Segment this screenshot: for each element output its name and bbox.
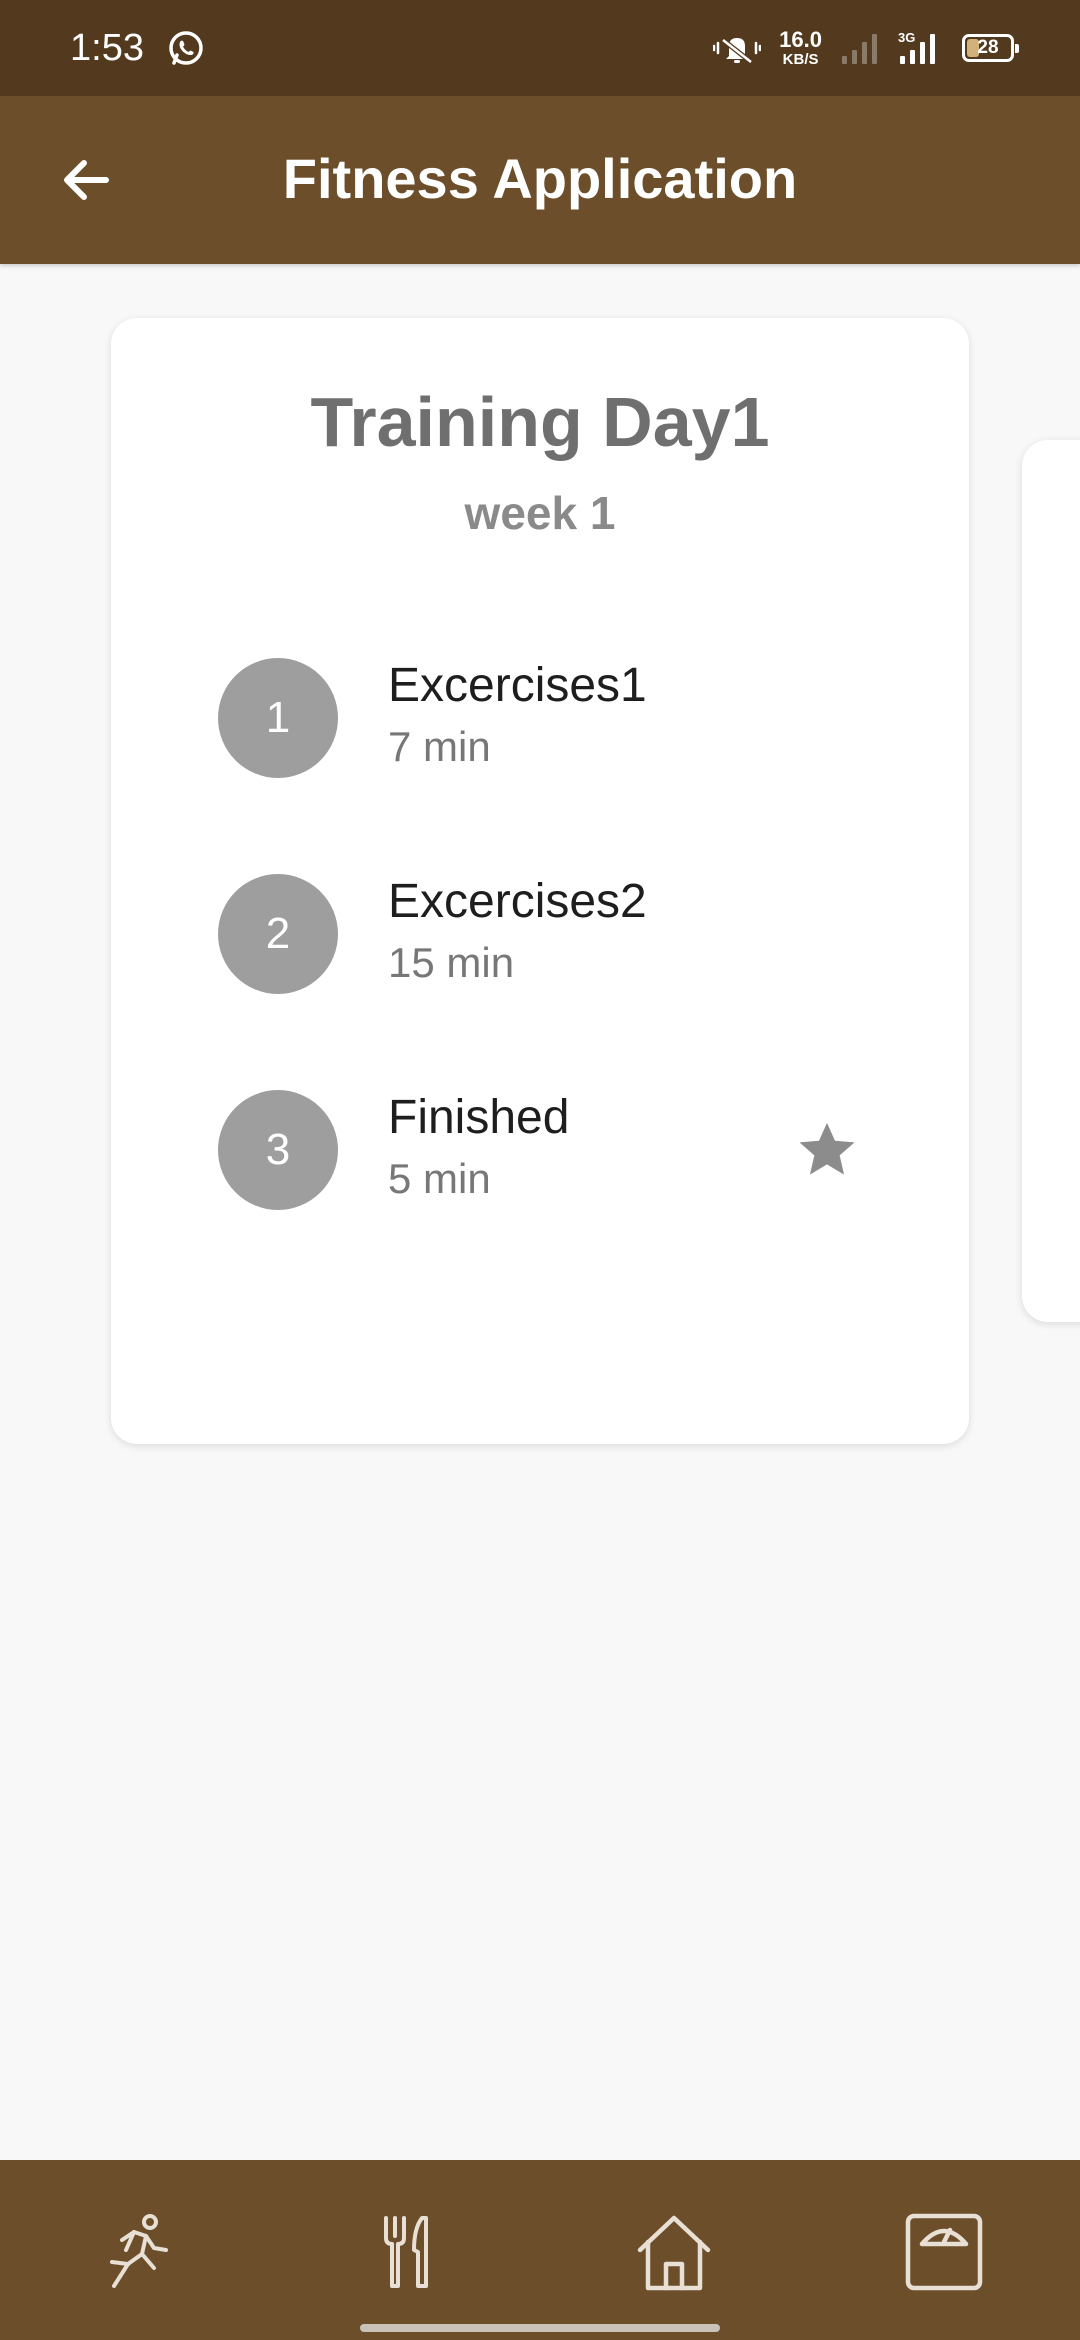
network-speed-value: 16.0 <box>779 27 822 52</box>
exercise-number-badge: 2 <box>218 874 338 994</box>
star-icon[interactable] <box>794 1116 860 1182</box>
fork-knife-icon <box>384 2216 428 2288</box>
exercise-name: Excercises1 <box>388 659 647 712</box>
exercise-item[interactable]: 2 Excercises2 15 min <box>218 872 918 996</box>
exercise-duration: 15 min <box>388 939 515 986</box>
status-icons: 16.0 KB/S 3G 28 <box>713 24 1019 72</box>
app-title: Fitness Application <box>282 147 798 210</box>
next-training-card[interactable] <box>1022 440 1080 1322</box>
network-speed: 16.0 KB/S <box>779 27 822 68</box>
vibrate-silent-icon <box>713 38 762 64</box>
bottom-navigation <box>0 2160 1080 2340</box>
running-icon <box>110 2214 168 2288</box>
exercise-number-badge: 3 <box>218 1090 338 1210</box>
network-speed-unit: KB/S <box>782 51 819 68</box>
exercise-name: Finished <box>388 1091 570 1144</box>
home-indicator[interactable] <box>360 2324 720 2332</box>
battery-level: 28 <box>977 37 999 58</box>
exercise-duration: 5 min <box>388 1155 491 1202</box>
training-week-subtitle: week 1 <box>464 487 616 539</box>
nav-item-weight[interactable] <box>894 2202 994 2302</box>
nav-item-home[interactable] <box>624 2202 724 2302</box>
training-day-card[interactable]: Training Day1 week 1 1 Excercises1 7 min… <box>111 318 969 1444</box>
app-bar: Fitness Application <box>0 96 1080 264</box>
signal-3g-icon: 3G <box>898 30 935 64</box>
exercise-duration: 7 min <box>388 723 491 770</box>
exercise-name: Excercises2 <box>388 875 647 928</box>
home-icon <box>637 2215 711 2291</box>
status-time: 1:53 <box>70 27 144 69</box>
network-type-label: 3G <box>898 30 915 45</box>
signal-icon <box>842 34 877 64</box>
whatsapp-icon <box>169 31 203 65</box>
nav-item-nutrition[interactable] <box>354 2202 454 2302</box>
battery-indicator: 28 <box>962 34 1019 62</box>
training-day-title: Training Day1 <box>310 383 770 461</box>
status-bar: 1:53 16.0 KB/S 3G 28 <box>0 0 1080 96</box>
exercise-number-badge: 1 <box>218 658 338 778</box>
exercise-item[interactable]: 1 Excercises1 7 min <box>218 656 918 780</box>
nav-item-workout[interactable] <box>84 2202 184 2302</box>
scale-icon <box>905 2213 983 2291</box>
exercise-item[interactable]: 3 Finished 5 min <box>218 1088 918 1212</box>
